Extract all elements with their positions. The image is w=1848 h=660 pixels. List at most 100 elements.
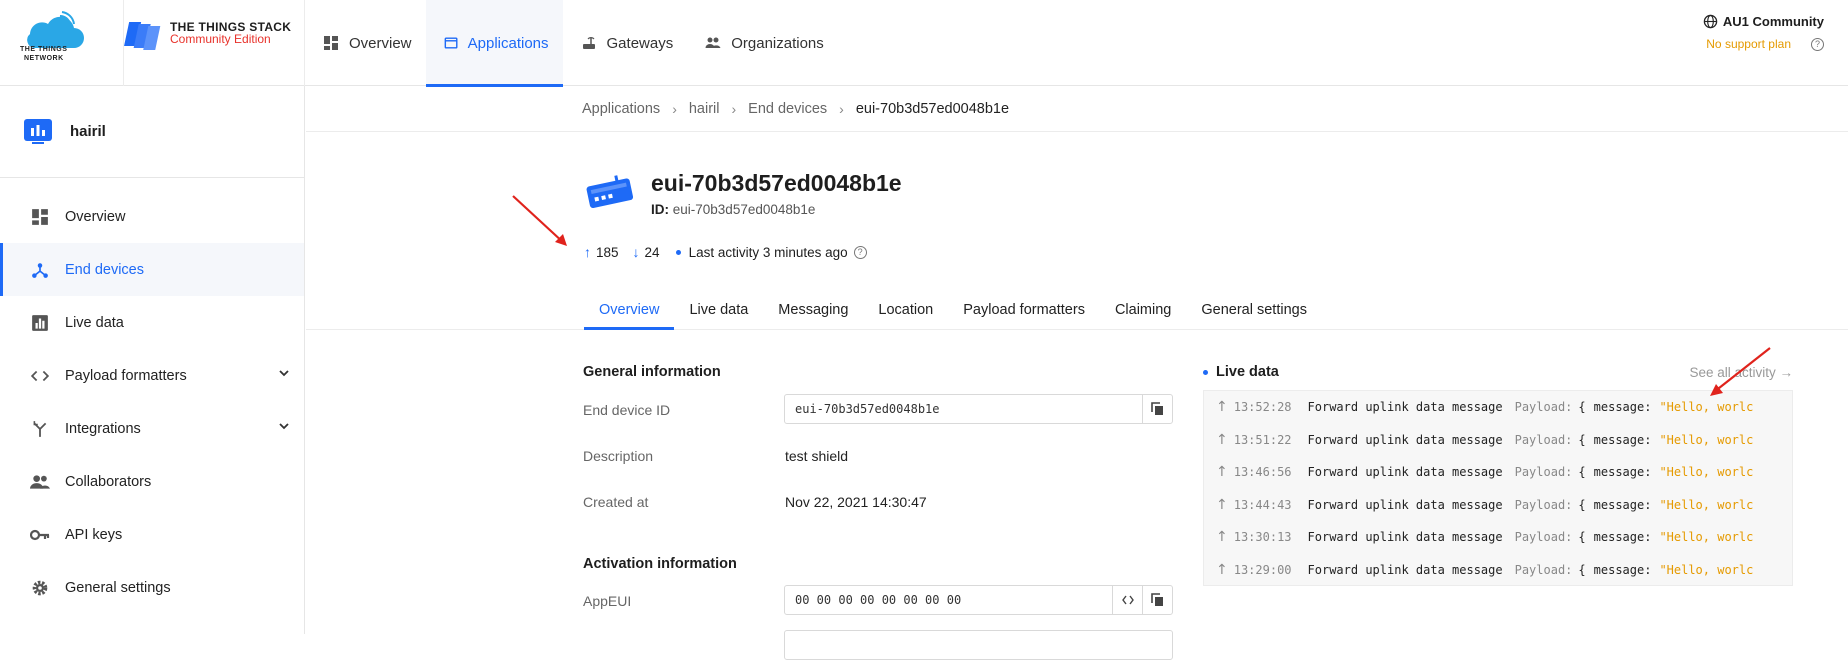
event-time: 13:46:56 bbox=[1233, 465, 1292, 480]
key-icon bbox=[30, 525, 50, 545]
sidebar-item-payload-formatters[interactable]: Payload formatters bbox=[0, 349, 304, 402]
appeui-label: AppEUI bbox=[583, 593, 632, 609]
help-icon[interactable]: ? bbox=[1811, 37, 1824, 51]
payload-brace: { bbox=[1578, 400, 1586, 415]
payload-brace: { bbox=[1578, 497, 1586, 512]
end-device-id-field[interactable]: eui-70b3d57ed0048b1e bbox=[784, 394, 1173, 424]
nav-applications-label: Applications bbox=[467, 34, 549, 52]
copy-icon[interactable] bbox=[1142, 586, 1172, 614]
breadcrumb-current: eui-70b3d57ed0048b1e bbox=[855, 101, 1010, 117]
activation-info-title: Activation information bbox=[583, 556, 737, 572]
annotation-arrow-icon bbox=[512, 195, 567, 246]
globe-icon bbox=[1703, 14, 1718, 29]
tab-overview[interactable]: Overview bbox=[584, 290, 675, 330]
end-device-id-value: eui-70b3d57ed0048b1e bbox=[795, 402, 940, 416]
device-stats: ↑ 185 ↓ 24 Last activity 3 minutes ago ? bbox=[584, 244, 867, 260]
event-type: Forward uplink data message bbox=[1307, 400, 1503, 415]
device-network-icon bbox=[30, 260, 50, 280]
breadcrumb-applications[interactable]: Applications bbox=[582, 101, 660, 117]
arrow-up-icon: ↑ bbox=[1216, 496, 1228, 513]
cluster-selector[interactable]: AU1 Community bbox=[1703, 14, 1824, 29]
payload-value: "Hello, worlc bbox=[1659, 562, 1754, 577]
breadcrumb: Applications › hairil › End devices › eu… bbox=[582, 101, 1009, 117]
device-title: eui-70b3d57ed0048b1e bbox=[651, 170, 902, 196]
stack-logo[interactable]: THE THINGS STACK Community Edition bbox=[124, 0, 305, 86]
description-value: test shield bbox=[785, 448, 849, 464]
sidebar-item-api-keys[interactable]: API keys bbox=[0, 508, 304, 561]
dashboard-icon bbox=[30, 207, 50, 227]
support-plan-link[interactable]: No support plan bbox=[1706, 37, 1791, 51]
tab-messaging[interactable]: Messaging bbox=[763, 290, 863, 330]
chevron-down-icon[interactable] bbox=[278, 420, 290, 432]
general-info-title: General information bbox=[583, 364, 721, 380]
bar-chart-icon bbox=[30, 313, 50, 333]
help-icon[interactable]: ? bbox=[853, 245, 867, 259]
payload-key: message: bbox=[1593, 400, 1652, 415]
description-label: Description bbox=[583, 448, 654, 464]
description-row: Description test shield bbox=[583, 448, 848, 464]
payload-label: Payload: bbox=[1514, 432, 1573, 447]
downlink-count: 24 bbox=[644, 244, 660, 260]
app-name: hairil bbox=[70, 123, 106, 140]
copy-icon[interactable] bbox=[1142, 395, 1172, 423]
sidebar-item-label: Live data bbox=[65, 314, 124, 331]
event-time: 13:29:00 bbox=[1233, 562, 1292, 577]
event-type: Forward uplink data message bbox=[1307, 497, 1503, 512]
nav-applications[interactable]: Applications bbox=[425, 0, 563, 87]
support-plan-row: No support plan ? bbox=[1703, 37, 1824, 51]
tab-live-data[interactable]: Live data bbox=[674, 290, 763, 330]
nav-gateways[interactable]: Gateways bbox=[563, 0, 688, 86]
sidebar-item-end-devices[interactable]: End devices bbox=[0, 243, 304, 296]
chevron-down-icon[interactable] bbox=[278, 367, 290, 379]
tab-general-settings[interactable]: General settings bbox=[1186, 290, 1322, 330]
payload-label: Payload: bbox=[1514, 562, 1573, 577]
sidebar-item-collaborators[interactable]: Collaborators bbox=[0, 455, 304, 508]
sidebar-item-label: General settings bbox=[65, 579, 171, 596]
arrow-up-icon: ↑ bbox=[1216, 529, 1228, 546]
payload-value: "Hello, worlc bbox=[1659, 400, 1754, 415]
sidebar-item-general-settings[interactable]: General settings bbox=[0, 561, 304, 614]
live-data-row[interactable]: ↑ 13:51:22 Forward uplink data message P… bbox=[1204, 424, 1792, 457]
nav-overview[interactable]: Overview bbox=[305, 0, 426, 86]
appeui-field[interactable]: 00 00 00 00 00 00 00 00 bbox=[784, 585, 1173, 615]
ttn-logo[interactable]: THE THINGS NETWORK bbox=[0, 0, 124, 86]
next-field[interactable] bbox=[784, 630, 1173, 660]
event-type: Forward uplink data message bbox=[1307, 432, 1503, 447]
device-id-label: ID: bbox=[651, 202, 669, 217]
payload-brace: { bbox=[1578, 465, 1586, 480]
dashboard-icon bbox=[324, 36, 338, 50]
sidebar-item-live-data[interactable]: Live data bbox=[0, 296, 304, 349]
sidebar-item-label: End devices bbox=[65, 261, 144, 278]
code-toggle-icon[interactable] bbox=[1112, 586, 1142, 614]
breadcrumb-end-devices[interactable]: End devices bbox=[748, 101, 827, 117]
device-id-row: ID: eui-70b3d57ed0048b1e bbox=[651, 202, 815, 217]
sidebar-item-integrations[interactable]: Integrations bbox=[0, 402, 304, 455]
nav-gateways-label: Gateways bbox=[606, 34, 674, 52]
end-device-id-row: End device ID bbox=[583, 402, 670, 418]
nav-organizations[interactable]: Organizations bbox=[687, 0, 838, 86]
nav-organizations-label: Organizations bbox=[731, 34, 824, 52]
uplink-count: 185 bbox=[596, 244, 619, 260]
live-data-row[interactable]: ↑ 13:46:56 Forward uplink data message P… bbox=[1204, 456, 1792, 489]
status-dot-icon bbox=[1203, 369, 1208, 375]
live-data-row[interactable]: ↑ 13:30:13 Forward uplink data message P… bbox=[1204, 521, 1792, 554]
breadcrumb-application[interactable]: hairil bbox=[689, 101, 720, 117]
people-icon bbox=[30, 472, 50, 492]
payload-key: message: bbox=[1593, 562, 1652, 577]
payload-brace: { bbox=[1578, 530, 1586, 545]
last-activity: Last activity 3 minutes ago bbox=[688, 244, 848, 260]
cluster-info: AU1 Community No support plan ? bbox=[1703, 14, 1824, 51]
sidebar-item-overview[interactable]: Overview bbox=[0, 190, 304, 243]
live-data-row[interactable]: ↑ 13:29:00 Forward uplink data message P… bbox=[1204, 554, 1792, 586]
payload-brace: { bbox=[1578, 562, 1586, 577]
live-data-row[interactable]: ↑ 13:44:43 Forward uplink data message P… bbox=[1204, 489, 1792, 522]
tab-location[interactable]: Location bbox=[863, 290, 948, 330]
live-data-list[interactable]: ↑ 13:52:28 Forward uplink data message P… bbox=[1203, 390, 1793, 586]
stack-edition: Community Edition bbox=[170, 32, 271, 46]
tab-claiming[interactable]: Claiming bbox=[1100, 290, 1186, 330]
sidebar-item-label: Integrations bbox=[65, 420, 141, 437]
sidebar-item-label: API keys bbox=[65, 526, 123, 543]
arrow-up-icon: ↑ bbox=[1216, 431, 1228, 448]
gear-icon bbox=[30, 578, 50, 598]
tab-payload-formatters[interactable]: Payload formatters bbox=[948, 290, 1100, 330]
